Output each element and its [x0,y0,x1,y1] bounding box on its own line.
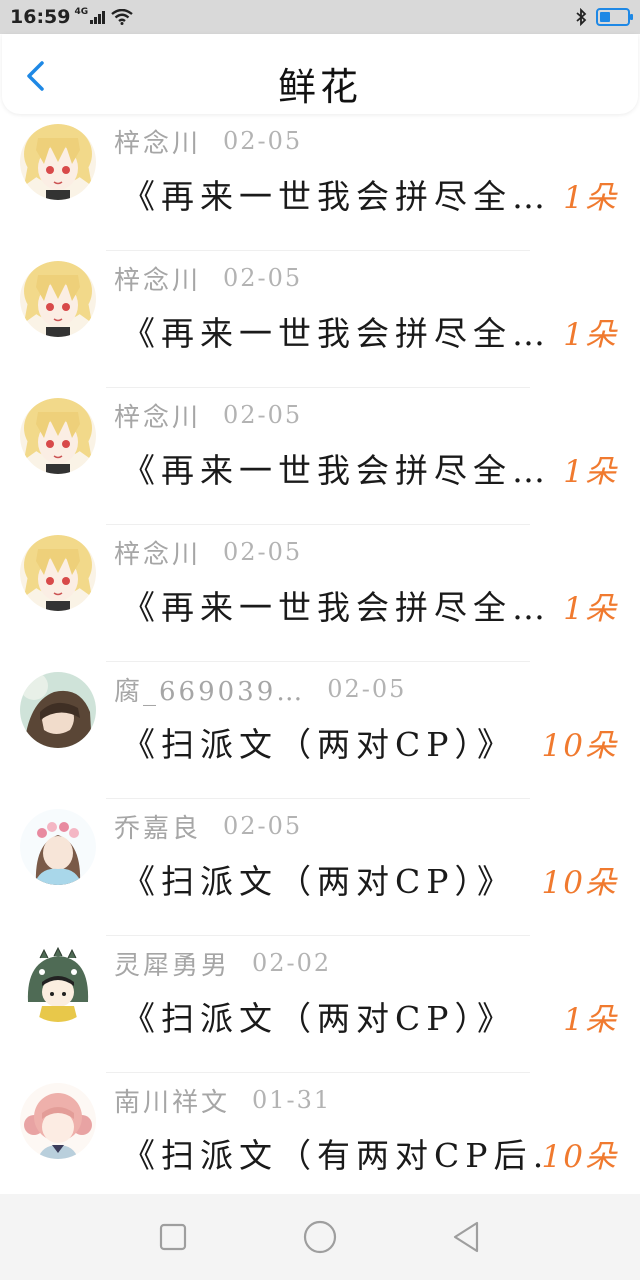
book-title: 《扫派文（有两对CP后… [122,1136,542,1175]
flower-count: 1朵 [563,317,618,353]
flower-record-row[interactable]: 梓念川 02-05 《再来一世我会拼尽全… 1朵 [0,525,640,662]
record-date: 02-05 [223,538,303,566]
flower-record-list: 梓念川 02-05 《再来一世我会拼尽全… 1朵 梓念川 02-05 《再来一世我会拼尽全…… [0,114,640,1194]
flower-count: 1朵 [563,180,618,216]
book-title: 《扫派文（两对CP）》 [122,862,516,901]
square-recents-icon[interactable] [153,1217,193,1257]
book-title: 《再来一世我会拼尽全… [122,314,542,353]
flower-record-row[interactable]: 梓念川 02-05 《再来一世我会拼尽全… 1朵 [0,251,640,388]
flower-count: 1朵 [563,1002,618,1038]
navigation-bar [0,1194,640,1280]
record-date: 02-05 [223,401,303,429]
header: 鲜花 [2,34,638,114]
record-date: 02-05 [223,812,303,840]
flower-count: 1朵 [563,591,618,627]
flower-count: 10朵 [541,1139,618,1175]
book-title: 《再来一世我会拼尽全… [122,177,542,216]
signal-icon [89,10,106,24]
flower-record-row[interactable]: 南川祥文 01-31 《扫派文（有两对CP后… 10朵 [0,1073,640,1194]
battery-icon [596,8,633,26]
record-date: 02-05 [327,675,407,703]
flower-record-row[interactable]: 腐_669039… 02-05 《扫派文（两对CP）》 10朵 [0,662,640,799]
flowers-page: 16:59 4G 鲜花 梓念川 02-05 《再来一世我会拼尽全… 1朵 梓念川 02-0… [0,0,640,1280]
book-title: 《再来一世我会拼尽全… [122,451,542,490]
avatar[interactable] [20,1083,96,1159]
status-time: 16:59 [10,6,71,28]
wifi-icon [111,9,133,25]
circle-home-icon[interactable] [300,1217,340,1257]
triangle-back-icon[interactable] [447,1217,487,1257]
avatar[interactable] [20,261,96,337]
username[interactable]: 南川祥文 [114,1082,230,1119]
flower-record-row[interactable]: 乔嘉良 02-05 《扫派文（两对CP）》 10朵 [0,799,640,936]
username[interactable]: 梓念川 [114,260,201,297]
flower-record-row[interactable]: 灵犀勇男 02-02 《扫派文（两对CP）》 1朵 [0,936,640,1073]
book-title: 《扫派文（两对CP）》 [122,999,516,1038]
record-date: 01-31 [252,1086,332,1114]
username[interactable]: 乔嘉良 [114,808,201,845]
bluetooth-icon [576,8,587,26]
username[interactable]: 梓念川 [114,397,201,434]
status-bar: 16:59 4G [0,0,640,34]
flower-count: 10朵 [541,728,618,764]
username[interactable]: 梓念川 [114,123,201,160]
username[interactable]: 梓念川 [114,534,201,571]
record-date: 02-02 [252,949,332,977]
network-type: 4G [74,7,89,17]
avatar[interactable] [20,946,96,1022]
flower-record-row[interactable]: 梓念川 02-05 《再来一世我会拼尽全… 1朵 [0,114,640,251]
book-title: 《再来一世我会拼尽全… [122,588,542,627]
avatar[interactable] [20,124,96,200]
record-date: 02-05 [223,127,303,155]
record-date: 02-05 [223,264,303,292]
avatar[interactable] [20,672,96,748]
page-title: 鲜花 [277,65,362,109]
username[interactable]: 腐_669039… [114,671,305,708]
flower-count: 1朵 [563,454,618,490]
avatar[interactable] [20,398,96,474]
book-title: 《扫派文（两对CP）》 [122,725,516,764]
avatar[interactable] [20,535,96,611]
username[interactable]: 灵犀勇男 [114,945,230,982]
flower-count: 10朵 [541,865,618,901]
flower-record-row[interactable]: 梓念川 02-05 《再来一世我会拼尽全… 1朵 [0,388,640,525]
avatar[interactable] [20,809,96,885]
